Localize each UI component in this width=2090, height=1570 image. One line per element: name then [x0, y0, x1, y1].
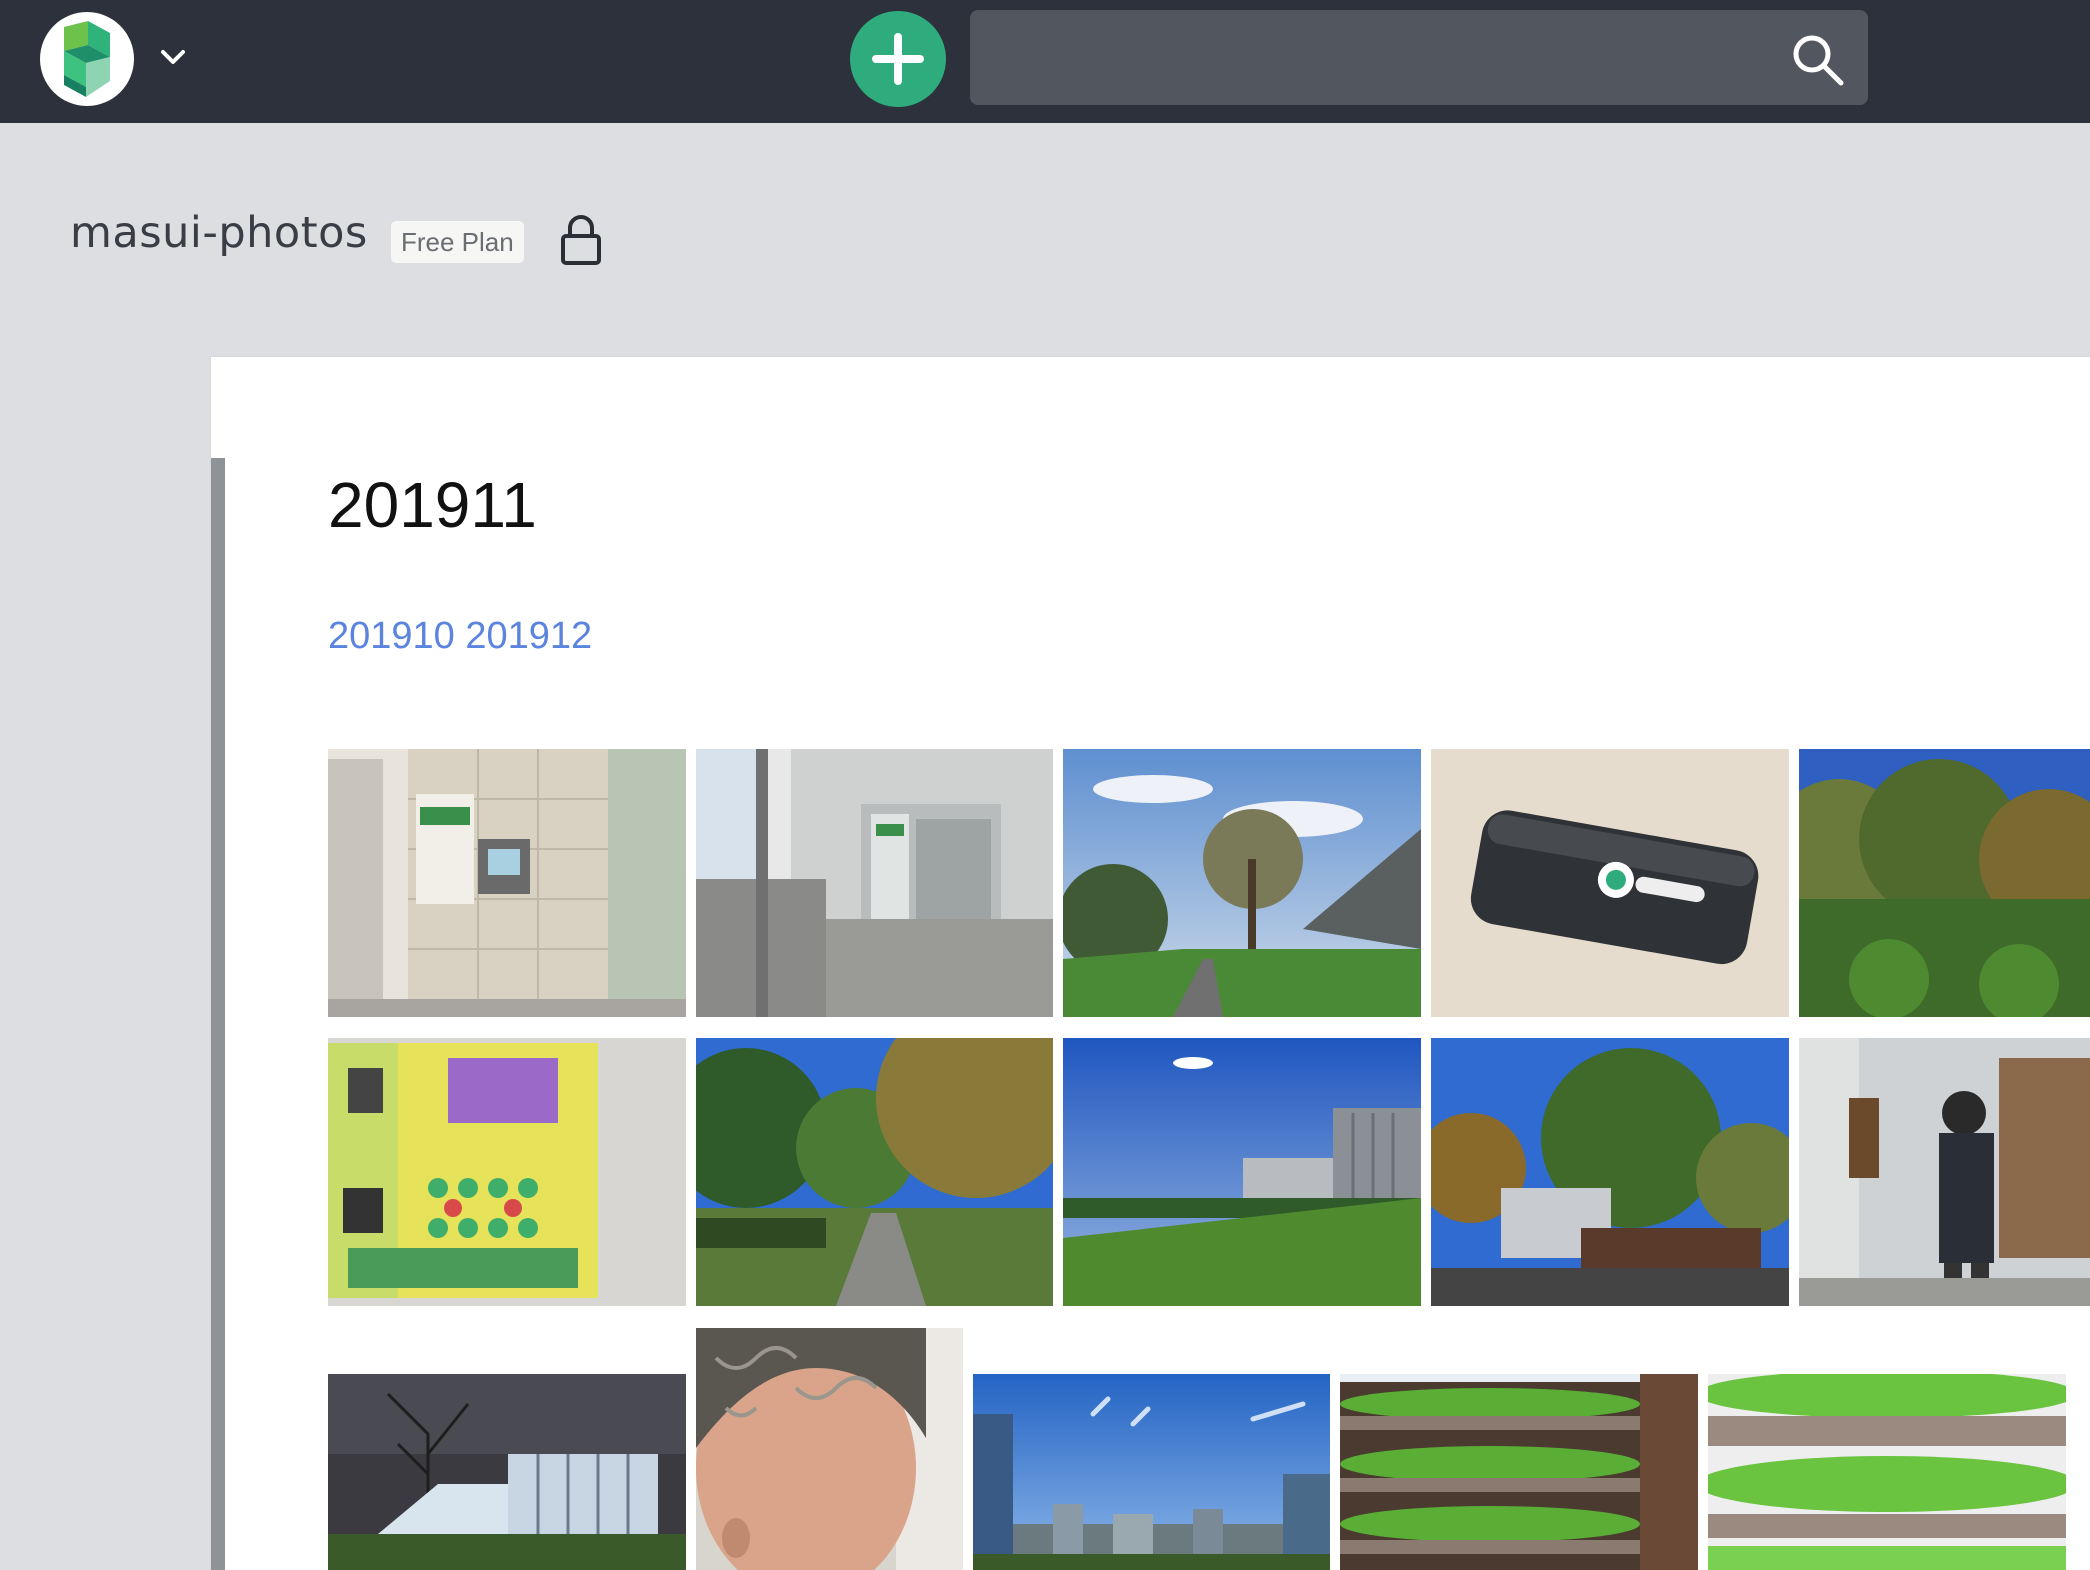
- photo-thumbnail[interactable]: [1340, 1374, 1698, 1570]
- search-input[interactable]: [970, 10, 1868, 105]
- photo-thumbnail[interactable]: [696, 1328, 963, 1570]
- scrapbox-logo-icon[interactable]: [40, 12, 134, 106]
- photo-thumbnail[interactable]: [1799, 749, 2090, 1017]
- link-prev-month[interactable]: 201910: [328, 615, 455, 657]
- photo-thumbnail[interactable]: [328, 1374, 686, 1570]
- photo-thumbnail[interactable]: [328, 1038, 686, 1306]
- photo-thumbnail[interactable]: [696, 1038, 1053, 1306]
- chevron-down-icon[interactable]: [156, 40, 190, 74]
- photo-thumbnail[interactable]: [1063, 749, 1421, 1017]
- photo-thumbnail[interactable]: [1708, 1374, 2066, 1570]
- top-navbar: [0, 0, 2090, 123]
- photo-thumbnail[interactable]: [1799, 1038, 2090, 1306]
- photo-thumbnail[interactable]: [328, 749, 686, 1017]
- project-title[interactable]: masui-photos: [70, 208, 368, 258]
- lock-icon: [560, 214, 602, 266]
- page-links: 201910 201912: [328, 615, 592, 658]
- photo-thumbnail[interactable]: [1431, 1038, 1789, 1306]
- plan-badge: Free Plan: [391, 221, 524, 263]
- photo-thumbnail[interactable]: [1063, 1038, 1421, 1306]
- photo-thumbnail[interactable]: [1431, 749, 1789, 1017]
- search-icon[interactable]: [1790, 32, 1846, 88]
- plus-icon: [872, 33, 924, 85]
- photo-thumbnail[interactable]: [973, 1374, 1330, 1570]
- line-indicator-bar: [211, 458, 225, 1570]
- page-title: 201911: [328, 469, 537, 541]
- link-next-month[interactable]: 201912: [465, 615, 592, 657]
- new-page-button[interactable]: [850, 11, 946, 107]
- photo-thumbnail[interactable]: [696, 749, 1053, 1017]
